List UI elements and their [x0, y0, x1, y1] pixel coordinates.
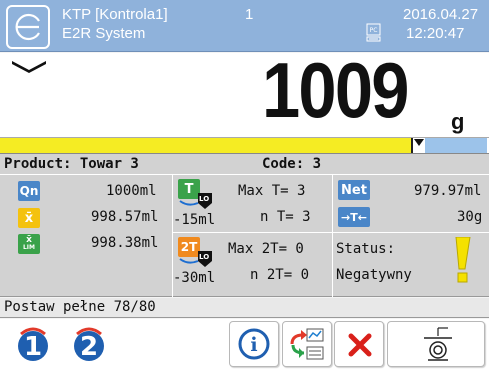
status-value: Negatywny — [336, 267, 412, 283]
cancel-button[interactable] — [334, 321, 384, 367]
net-icon-label: Net — [341, 182, 367, 198]
status-label: Status: — [336, 241, 396, 257]
time-display: 12:20:47 — [406, 25, 465, 42]
operator-1-label: 1 — [24, 332, 42, 362]
average-icon: x̄ — [18, 208, 40, 228]
tare-icon: →T← — [338, 207, 370, 227]
zero-tare-button[interactable] — [387, 321, 485, 367]
close-icon — [348, 333, 372, 357]
operator-message: Postaw pełne 78/80 — [4, 299, 156, 315]
info-button[interactable]: i — [229, 321, 279, 367]
operator-2-button[interactable]: 2 — [64, 321, 124, 367]
product-name: Product: Towar 3 — [4, 156, 139, 172]
weight-bargraph — [0, 137, 489, 154]
lo-badge: LO — [199, 195, 210, 203]
tare-value: 30g — [457, 209, 483, 225]
zero-platform-icon — [424, 327, 452, 361]
t-limit-value: -15ml — [173, 212, 216, 228]
2t-limit-value: -30ml — [173, 270, 216, 286]
lo-badge: LO — [199, 253, 210, 261]
device-title: KTP [Kontrola1] — [62, 6, 168, 23]
message-bar: Postaw pełne 78/80 — [0, 298, 489, 318]
average-value: 998.57ml — [91, 209, 159, 225]
platform-number: 1 — [245, 6, 254, 23]
function-button-bar: 1 2 i — [0, 319, 489, 369]
operator-2-label: 2 — [80, 332, 98, 362]
t-error-icon: T LO — [178, 179, 212, 211]
device-subtitle: E2R System — [62, 25, 146, 42]
nominal-quantity-icon: Qn — [18, 181, 40, 201]
n-t-counter: n T= 3 — [260, 209, 311, 225]
net-value: 979.97ml — [414, 183, 482, 199]
n-2t-counter: n 2T= 0 — [250, 267, 310, 283]
average-limit-value: 998.38ml — [91, 235, 159, 251]
logo-icon — [6, 5, 50, 49]
product-code: Code: 3 — [262, 156, 322, 172]
bargraph-pointer-icon — [414, 139, 424, 146]
max-t-counter: Max T= 3 — [238, 183, 306, 199]
info-icon: i — [238, 328, 270, 360]
divider — [0, 174, 489, 175]
weight-display: 1009 g — [0, 46, 489, 137]
divider — [173, 232, 489, 233]
net-icon: Net — [338, 180, 370, 200]
stability-icon — [12, 60, 46, 78]
warning-exclamation-icon — [452, 236, 472, 287]
limit-icon-top: x̄ — [26, 235, 32, 245]
terminal-screen: KTP [Kontrola1] E2R System 1 PC 2016.04.… — [0, 0, 489, 369]
data-exchange-button[interactable] — [282, 321, 332, 367]
limit-icon-bottom: LIM — [22, 244, 36, 251]
operator-1-button[interactable]: 1 — [4, 321, 64, 367]
pc-connection-icon: PC — [366, 23, 381, 43]
max-2t-counter: Max 2T= 0 — [228, 241, 304, 257]
tare-icon-label: →T← — [341, 210, 367, 224]
pc-icon-label: PC — [370, 27, 378, 34]
weight-value: 1009 — [262, 46, 409, 134]
bargraph-fill — [0, 138, 414, 153]
nominal-quantity-value: 1000ml — [106, 183, 157, 199]
average-icon-label: x̄ — [24, 210, 34, 226]
info-icon-label: i — [250, 334, 257, 356]
header-bar: KTP [Kontrola1] E2R System 1 PC 2016.04.… — [0, 0, 489, 52]
qn-icon-label: Qn — [19, 184, 39, 198]
date-display: 2016.04.27 — [403, 6, 479, 23]
bargraph-range — [425, 138, 487, 153]
2t-error-icon: 2T LO — [178, 237, 212, 269]
bargraph-min-marker — [411, 138, 413, 153]
info-panel: Product: Towar 3 Code: 3 Qn 1000ml x̄ 99… — [0, 154, 489, 297]
data-exchange-icon — [290, 328, 324, 360]
average-limit-icon: x̄ LIM — [18, 234, 40, 254]
divider — [332, 174, 333, 297]
weight-unit: g — [451, 109, 465, 134]
